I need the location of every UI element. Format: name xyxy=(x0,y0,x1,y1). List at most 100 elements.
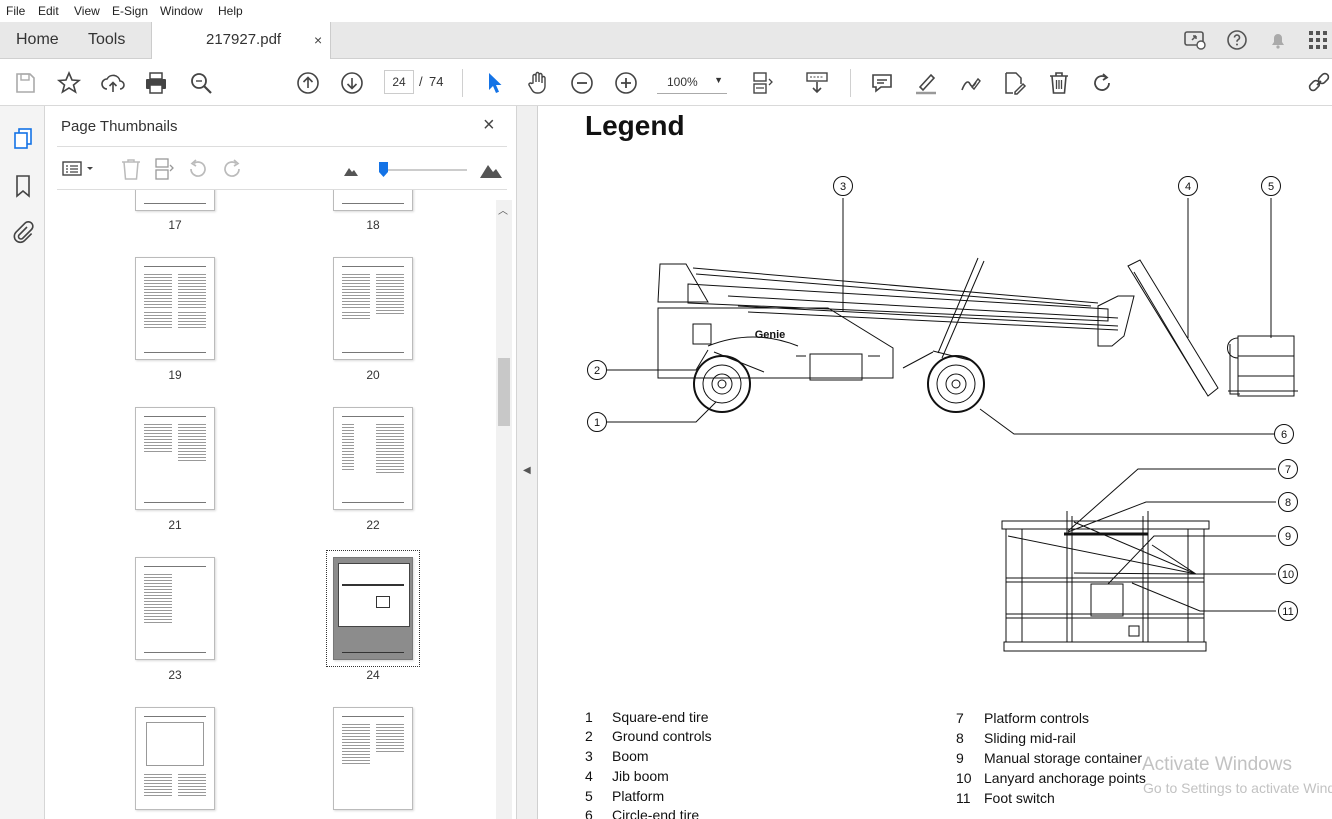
page-thumbnails-icon[interactable] xyxy=(10,126,36,152)
thumbnail-page-number: 20 xyxy=(366,368,380,382)
legend-label: Boom xyxy=(612,748,649,764)
thumbnail-scrollbar-thumb[interactable] xyxy=(498,358,510,426)
close-panel-icon[interactable]: × xyxy=(483,114,495,137)
page-thumbnail-18[interactable] xyxy=(333,190,413,211)
page-thumbnail-22[interactable] xyxy=(333,407,413,510)
previous-page-icon[interactable] xyxy=(295,70,321,96)
callout-9: 9 xyxy=(1285,531,1291,543)
callout-11: 11 xyxy=(1282,606,1293,618)
activate-windows-hint: Go to Settings to activate Windows. xyxy=(1143,780,1332,796)
page-number-input[interactable]: 24 xyxy=(384,70,414,94)
select-cursor-icon[interactable] xyxy=(481,70,507,96)
page-thumbnails-panel: Page Thumbnails × 17 18 19 20 21 22 23 2… xyxy=(45,106,517,819)
thumbnail-list: 17 18 19 20 21 22 23 24 xyxy=(57,190,497,819)
toolbar-divider xyxy=(850,69,851,97)
menu-view[interactable]: View xyxy=(74,4,100,18)
extract-pages-icon[interactable] xyxy=(152,157,176,181)
rotate-right-icon[interactable] xyxy=(220,157,244,181)
page-heading: Legend xyxy=(585,110,685,141)
delete-pages-icon[interactable] xyxy=(119,157,143,181)
menu-esign[interactable]: E-Sign xyxy=(112,4,148,18)
menu-help[interactable]: Help xyxy=(218,4,243,18)
legend-number: 6 xyxy=(585,807,593,819)
document-view[interactable]: Legend 1 2 3 4 5 6 7 8 9 10 11 Genie 1 S… xyxy=(538,106,1332,819)
options-menu-icon[interactable] xyxy=(61,159,97,179)
menu-window[interactable]: Window xyxy=(160,4,203,18)
rotate-left-icon[interactable] xyxy=(186,157,210,181)
page-thumbnail-24-selected[interactable] xyxy=(333,557,413,660)
page-thumbnail-26[interactable] xyxy=(333,707,413,810)
legend-label: Platform xyxy=(612,788,665,804)
menu-bar: File Edit View E-Sign Window Help xyxy=(0,0,1332,22)
page-thumbnail-23[interactable] xyxy=(135,557,215,660)
next-page-icon[interactable] xyxy=(339,70,365,96)
thumbnail-page-number: 19 xyxy=(168,368,182,382)
search-zoom-icon[interactable] xyxy=(188,70,214,96)
help-icon[interactable] xyxy=(1225,28,1249,52)
callout-6: 6 xyxy=(1281,429,1287,441)
thumbnail-page-number: 22 xyxy=(366,518,380,532)
draw-sign-icon[interactable] xyxy=(957,70,983,96)
upload-cloud-icon[interactable] xyxy=(100,70,126,96)
page-thumbnail-25[interactable] xyxy=(135,707,215,810)
panel-title: Page Thumbnails xyxy=(61,118,178,135)
delete-trash-icon[interactable] xyxy=(1046,70,1072,96)
legend-label: Platform controls xyxy=(984,710,1090,726)
page-thumbnail-19[interactable] xyxy=(135,257,215,360)
tab-home[interactable]: Home xyxy=(16,31,59,49)
tab-tools[interactable]: Tools xyxy=(88,31,125,49)
bookmarks-icon[interactable] xyxy=(10,173,36,199)
legend-number: 9 xyxy=(956,750,964,766)
callout-1: 1 xyxy=(594,417,600,429)
scroll-mode-icon[interactable] xyxy=(804,70,830,96)
legend-label: Square-end tire xyxy=(612,709,709,725)
callout-8: 8 xyxy=(1285,497,1291,509)
highlight-pen-icon[interactable] xyxy=(913,70,939,96)
page-thumbnail-20[interactable] xyxy=(333,257,413,360)
page-thumbnail-21[interactable] xyxy=(135,407,215,510)
small-thumbnails-mountain-icon[interactable] xyxy=(343,163,359,177)
legend-number: 5 xyxy=(585,788,593,804)
save-icon[interactable] xyxy=(12,70,38,96)
legend-number: 2 xyxy=(585,728,593,744)
callout-5: 5 xyxy=(1268,181,1274,193)
thumbnail-size-slider-handle[interactable] xyxy=(379,162,388,177)
zoom-in-icon[interactable] xyxy=(613,70,639,96)
thumbnail-scrollbar[interactable] xyxy=(496,200,512,819)
legend-number: 4 xyxy=(585,768,593,784)
bookmark-star-icon[interactable] xyxy=(56,70,82,96)
share-screen-icon[interactable] xyxy=(1183,28,1207,52)
legend-label: Jib boom xyxy=(612,768,669,784)
tab-document[interactable]: 217927.pdf × xyxy=(151,22,331,59)
tab-bar: Home Tools 217927.pdf × xyxy=(0,22,1332,59)
fit-page-icon[interactable] xyxy=(750,70,776,96)
comment-icon[interactable] xyxy=(869,70,895,96)
thumbnail-page-number: 17 xyxy=(168,218,182,232)
legend-number: 1 xyxy=(585,709,593,725)
thumbnail-page-number: 21 xyxy=(168,518,182,532)
hand-tool-icon[interactable] xyxy=(525,70,551,96)
navigation-rail xyxy=(0,106,45,819)
legend-number: 7 xyxy=(956,710,964,726)
panel-splitter[interactable]: ◀ xyxy=(517,106,538,819)
notifications-bell-icon[interactable] xyxy=(1266,28,1290,52)
legend-label: Circle-end tire xyxy=(612,807,700,819)
print-icon[interactable] xyxy=(143,70,169,96)
apps-grid-icon[interactable] xyxy=(1306,28,1330,52)
scroll-up-chevron-icon[interactable]: ︿ xyxy=(498,202,508,217)
legend-label: Ground controls xyxy=(612,728,712,744)
zoom-out-icon[interactable] xyxy=(569,70,595,96)
zoom-level-select[interactable]: 100% ▼ xyxy=(657,70,727,94)
collapse-panel-arrow-icon[interactable]: ◀ xyxy=(523,465,531,476)
close-tab-icon[interactable]: × xyxy=(314,32,322,48)
menu-file[interactable]: File xyxy=(6,4,25,18)
legend-label: Foot switch xyxy=(984,790,1055,806)
attachments-paperclip-icon[interactable] xyxy=(10,219,36,245)
link-icon[interactable] xyxy=(1306,70,1332,96)
menu-edit[interactable]: Edit xyxy=(38,4,59,18)
thumbnail-size-slider-track[interactable] xyxy=(379,169,467,171)
large-thumbnails-mountain-icon[interactable] xyxy=(479,159,503,179)
edit-document-icon[interactable] xyxy=(1001,70,1027,96)
rotate-clockwise-icon[interactable] xyxy=(1089,70,1115,96)
page-thumbnail-17[interactable] xyxy=(135,190,215,211)
